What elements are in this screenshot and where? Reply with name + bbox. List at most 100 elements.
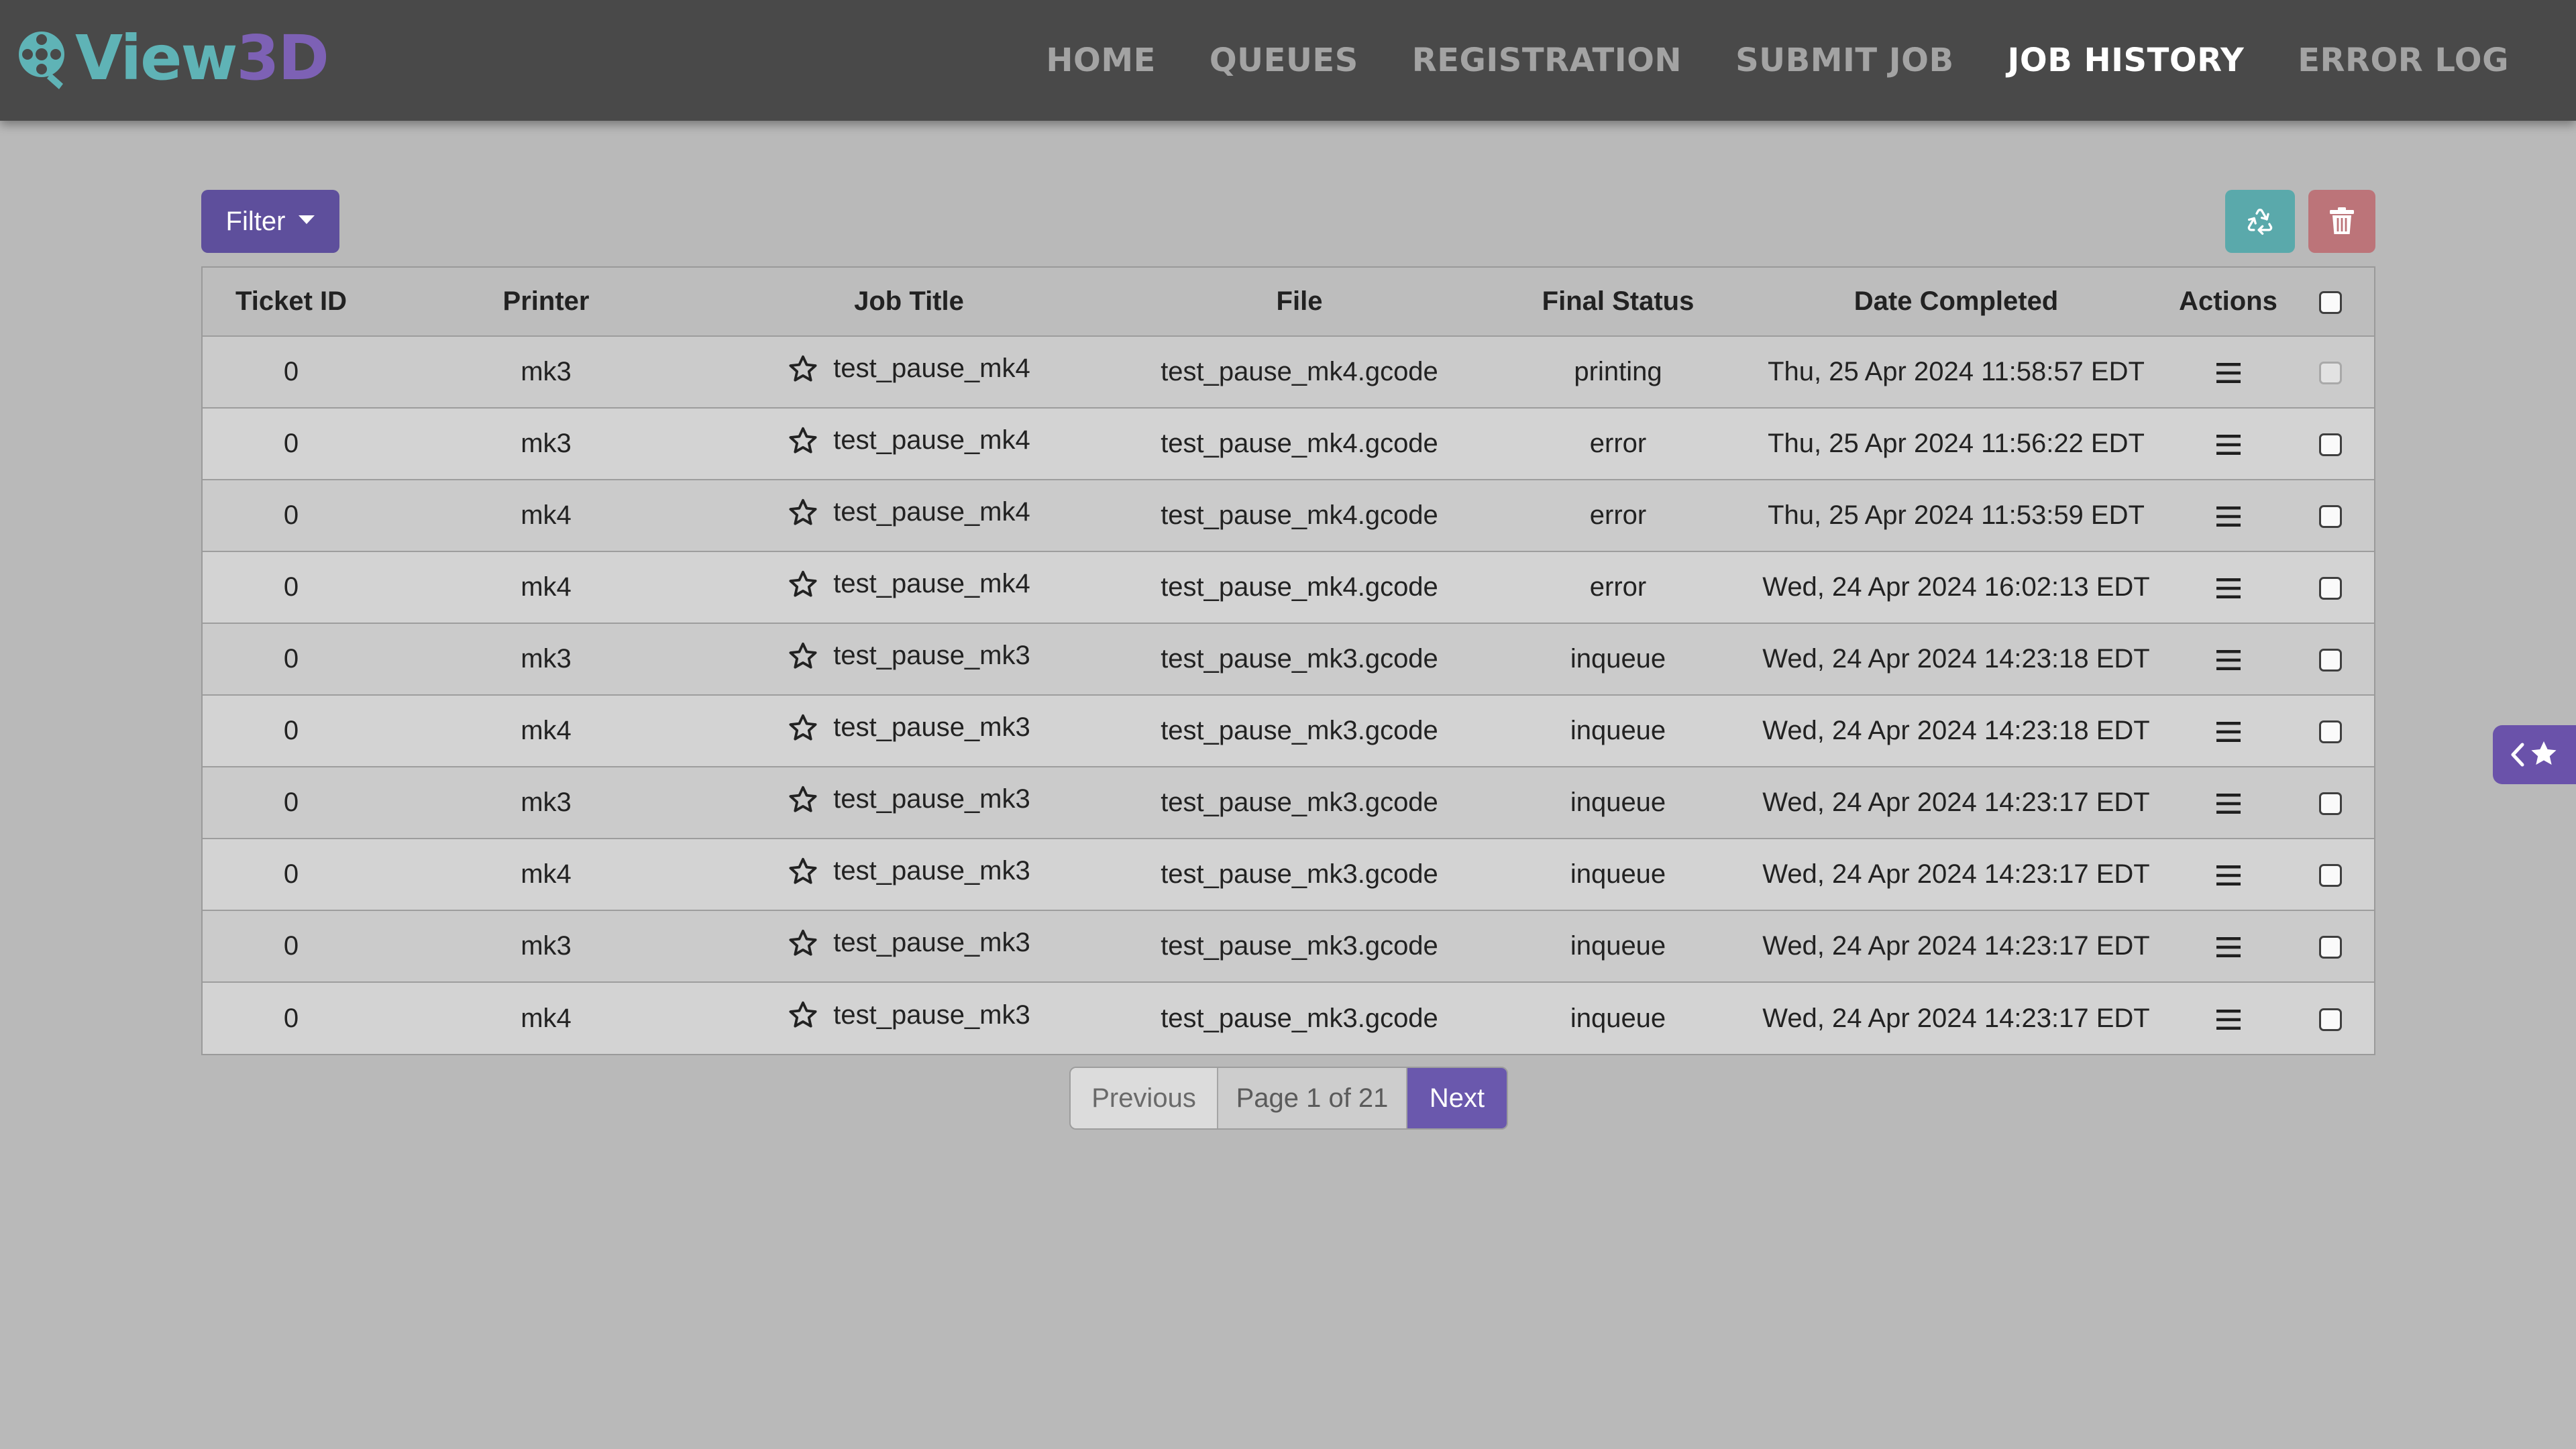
star-icon[interactable] [788, 856, 818, 887]
table-row: 0 mk4 test_pause_mk4 test_pause_mk4.gcod… [203, 480, 2374, 551]
status-cell: error [1589, 500, 1647, 530]
row-checkbox[interactable] [2319, 577, 2342, 600]
row-checkbox[interactable] [2319, 792, 2342, 816]
row-checkbox[interactable] [2319, 362, 2342, 385]
pagination: Previous Page 1 of 21 Next [1069, 1067, 1508, 1130]
file-cell: test_pause_mk3.gcode [1161, 859, 1438, 889]
filter-dropdown-button[interactable]: Filter [201, 190, 339, 253]
file-cell: test_pause_mk3.gcode [1161, 644, 1438, 674]
select-cell [2287, 336, 2374, 408]
select-cell [2287, 982, 2374, 1054]
select-all-checkbox[interactable] [2319, 291, 2342, 315]
actions-cell [2169, 910, 2287, 982]
ticket-id-cell: 0 [283, 1003, 299, 1033]
status-cell: error [1589, 429, 1647, 458]
menu-icon[interactable] [2216, 865, 2241, 886]
select-cell [2287, 839, 2374, 910]
delete-button[interactable] [2308, 190, 2375, 253]
star-icon[interactable] [788, 497, 818, 528]
row-checkbox[interactable] [2319, 433, 2342, 457]
table-row: 0 mk3 test_pause_mk3 test_pause_mk3.gcod… [203, 623, 2374, 695]
star-icon[interactable] [788, 1000, 818, 1030]
date-cell: Thu, 25 Apr 2024 11:53:59 EDT [1768, 500, 2145, 530]
row-checkbox[interactable] [2319, 649, 2342, 672]
row-checkbox[interactable] [2319, 1008, 2342, 1031]
menu-icon[interactable] [2216, 722, 2241, 743]
ticket-id-cell: 0 [283, 429, 299, 458]
brand-logo[interactable]: View3D [16, 15, 329, 102]
recycle-button[interactable] [2225, 190, 2295, 253]
status-cell: inqueue [1570, 644, 1666, 674]
row-checkbox[interactable] [2319, 505, 2342, 529]
table-row: 0 mk3 test_pause_mk4 test_pause_mk4.gcod… [203, 336, 2374, 408]
date-cell: Wed, 24 Apr 2024 14:23:17 EDT [1762, 788, 2150, 817]
trash-icon [2330, 207, 2354, 234]
nav-job-history[interactable]: JOB HISTORY [2008, 42, 2245, 79]
table-row: 0 mk3 test_pause_mk3 test_pause_mk3.gcod… [203, 910, 2374, 982]
file-cell: test_pause_mk4.gcode [1161, 500, 1438, 530]
row-checkbox[interactable] [2319, 936, 2342, 959]
actions-cell [2169, 551, 2287, 623]
star-icon[interactable] [788, 354, 818, 384]
menu-icon[interactable] [2216, 363, 2241, 384]
star-icon[interactable] [788, 712, 818, 743]
row-checkbox[interactable] [2319, 720, 2342, 744]
table-row: 0 mk4 test_pause_mk4 test_pause_mk4.gcod… [203, 551, 2374, 623]
nav-submit-job[interactable]: SUBMIT JOB [1735, 42, 1953, 79]
menu-icon[interactable] [2216, 435, 2241, 455]
star-icon[interactable] [788, 928, 818, 959]
date-cell: Wed, 24 Apr 2024 14:23:17 EDT [1762, 1003, 2150, 1033]
row-checkbox[interactable] [2319, 864, 2342, 888]
menu-icon[interactable] [2216, 937, 2241, 958]
header-ticket-id[interactable]: Ticket ID [203, 268, 380, 336]
date-cell: Wed, 24 Apr 2024 14:23:17 EDT [1762, 859, 2150, 889]
header-job-title[interactable]: Job Title [712, 268, 1106, 336]
menu-icon[interactable] [2216, 794, 2241, 814]
select-cell [2287, 480, 2374, 551]
file-cell: test_pause_mk4.gcode [1161, 429, 1438, 458]
select-cell [2287, 551, 2374, 623]
job-title-text: test_pause_mk3 [833, 784, 1030, 814]
job-title-cell: test_pause_mk4 [712, 551, 1106, 623]
printer-cell: mk3 [521, 644, 572, 674]
star-icon[interactable] [788, 641, 818, 672]
favorites-toggle-icon [2511, 741, 2557, 767]
header-select-all [2287, 268, 2374, 336]
page-indicator: Page 1 of 21 [1218, 1068, 1407, 1128]
status-cell: inqueue [1570, 1003, 1666, 1033]
printer-cell: mk4 [521, 572, 572, 602]
file-cell: test_pause_mk3.gcode [1161, 788, 1438, 817]
menu-icon[interactable] [2216, 506, 2241, 527]
ticket-id-cell: 0 [283, 572, 299, 602]
job-title-cell: test_pause_mk4 [712, 336, 1106, 408]
select-cell [2287, 767, 2374, 839]
menu-icon[interactable] [2216, 1009, 2241, 1030]
header-date-completed[interactable]: Date Completed [1743, 268, 2169, 336]
nav-error-log[interactable]: ERROR LOG [2298, 42, 2509, 79]
header-final-status[interactable]: Final Status [1493, 268, 1743, 336]
printer-cell: mk3 [521, 788, 572, 817]
table-row: 0 mk4 test_pause_mk3 test_pause_mk3.gcod… [203, 695, 2374, 767]
table-row: 0 mk3 test_pause_mk4 test_pause_mk4.gcod… [203, 408, 2374, 480]
star-icon[interactable] [788, 784, 818, 815]
favorites-side-tab[interactable] [2493, 725, 2576, 784]
header-file[interactable]: File [1106, 268, 1493, 336]
nav-queues[interactable]: QUEUES [1210, 42, 1358, 79]
star-icon[interactable] [788, 569, 818, 600]
nav-home[interactable]: HOME [1046, 42, 1156, 79]
menu-icon[interactable] [2216, 650, 2241, 671]
star-icon[interactable] [788, 425, 818, 456]
nav-registration[interactable]: REGISTRATION [1412, 42, 1682, 79]
ticket-id-cell: 0 [283, 644, 299, 674]
job-title-text: test_pause_mk4 [833, 497, 1030, 527]
ticket-id-cell: 0 [283, 788, 299, 817]
status-cell: inqueue [1570, 931, 1666, 961]
header-printer[interactable]: Printer [380, 268, 712, 336]
previous-page-button[interactable]: Previous [1071, 1068, 1218, 1128]
actions-cell [2169, 480, 2287, 551]
date-cell: Wed, 24 Apr 2024 14:23:18 EDT [1762, 644, 2150, 674]
next-page-button[interactable]: Next [1407, 1068, 1507, 1128]
film-reel-magnifier-icon [19, 32, 64, 89]
table-header-row: Ticket ID Printer Job Title File Final S… [203, 268, 2374, 336]
menu-icon[interactable] [2216, 578, 2241, 599]
